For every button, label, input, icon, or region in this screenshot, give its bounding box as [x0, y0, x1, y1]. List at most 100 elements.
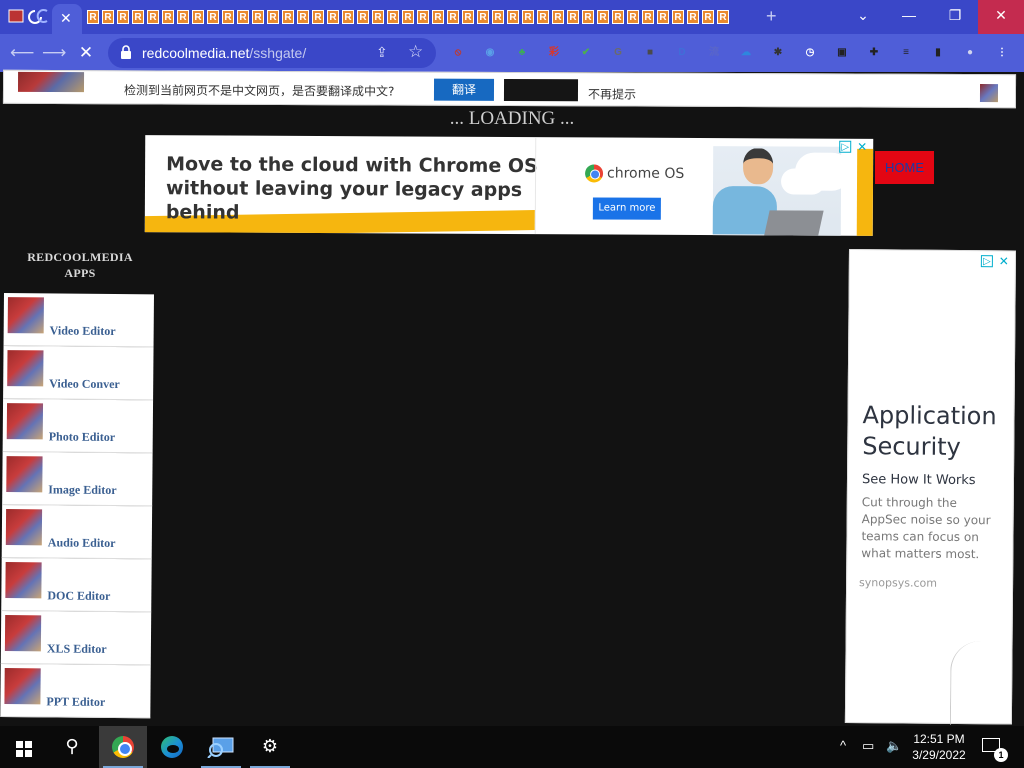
tab-favicon-r-icon[interactable]: R	[671, 9, 686, 25]
tab-favicon-r-icon[interactable]: R	[386, 9, 401, 25]
tab-favicon-r-icon[interactable]: R	[701, 9, 716, 25]
app-item-doc-editor[interactable]: DOC Editor	[1, 558, 152, 613]
minimize-button[interactable]: —	[886, 0, 932, 34]
ext-flow-icon[interactable]: 流	[705, 44, 723, 62]
tab-favicon-r-icon[interactable]: R	[686, 9, 701, 25]
app-thumbnail[interactable]	[7, 297, 44, 334]
app-thumbnail[interactable]	[5, 562, 42, 599]
tab-favicon-r-icon[interactable]: R	[581, 9, 596, 25]
tab-favicon-r-icon[interactable]: R	[176, 9, 191, 25]
tab-favicon-r-icon[interactable]: R	[611, 9, 626, 25]
app-item-image-editor[interactable]: Image Editor	[2, 452, 153, 507]
tab-favicon-r-icon[interactable]: R	[521, 9, 536, 25]
ext-bug-icon[interactable]: ✱	[769, 44, 787, 62]
media-queue-icon[interactable]: ≡	[897, 44, 915, 62]
ext-block-icon[interactable]: ⦸	[449, 44, 467, 62]
tab-favicon-r-icon[interactable]: R	[131, 9, 146, 25]
system-clock[interactable]: 12:51 PM 3/29/2022	[904, 731, 974, 763]
taskbar-edge-button[interactable]	[148, 726, 196, 768]
adchoices-icon[interactable]: ▷	[839, 140, 852, 153]
tab-favicon-r-icon[interactable]: R	[401, 9, 416, 25]
app-thumbnail[interactable]	[6, 456, 43, 493]
side-panel-icon[interactable]: ▮	[929, 44, 947, 62]
app-thumbnail[interactable]	[4, 668, 41, 705]
translate-button[interactable]: 翻译	[433, 78, 495, 101]
tab-favicon-r-icon[interactable]: R	[506, 9, 521, 25]
tab-favicon-r-icon[interactable]: R	[596, 9, 611, 25]
ext-clock-icon[interactable]: ◷	[801, 44, 819, 62]
ad-headline[interactable]: Move to the cloud with Chrome OS without…	[166, 152, 546, 226]
close-window-button[interactable]: ✕	[978, 0, 1024, 34]
side-banner-ad[interactable]: ▷ ✕ Application Security See How It Work…	[844, 249, 1016, 726]
taskbar-chrome-button[interactable]	[99, 726, 147, 768]
tab-favicon-r-icon[interactable]: R	[116, 9, 131, 25]
tab-search-dropdown-icon[interactable]: ⌄	[840, 0, 886, 34]
kebab-menu-icon[interactable]: ⋮	[993, 44, 1011, 62]
tab-favicon-r-icon[interactable]: R	[536, 9, 551, 25]
app-item-video-editor[interactable]: Video Editor	[3, 293, 154, 348]
tab-favicon-r-icon[interactable]: R	[641, 9, 656, 25]
network-icon[interactable]: ▭	[862, 738, 874, 754]
tab-favicon-r-icon[interactable]: R	[656, 9, 671, 25]
extensions-puzzle-icon[interactable]: ✚	[865, 44, 883, 62]
tab-favicon-r-icon[interactable]: R	[326, 9, 341, 25]
lock-icon[interactable]	[120, 45, 132, 59]
cancel-translate-button[interactable]	[503, 78, 579, 102]
back-arrow-icon[interactable]: ⟵	[10, 42, 34, 64]
tab-favicon-r-icon[interactable]: R	[101, 9, 116, 25]
tab-favicon-r-icon[interactable]: R	[566, 9, 581, 25]
search-button[interactable]: ⚲	[48, 726, 96, 768]
ext-cloud-icon[interactable]: ☁	[737, 44, 755, 62]
tab-favicon-r-icon[interactable]: R	[86, 9, 101, 25]
ext-circle-icon[interactable]: ◉	[481, 44, 499, 62]
tab-favicon-r-icon[interactable]: R	[236, 9, 251, 25]
forward-arrow-icon[interactable]: ⟶	[42, 42, 66, 64]
tab-favicon-r-icon[interactable]: R	[266, 9, 281, 25]
app-label[interactable]: DOC Editor	[47, 588, 110, 604]
app-item-video-converter[interactable]: Video Conver	[3, 346, 154, 401]
taskbar-settings-button[interactable]: ⚙	[246, 726, 294, 768]
no-prompt-link[interactable]: 不再提示	[588, 85, 636, 102]
home-button[interactable]: HOME	[875, 151, 934, 184]
address-bar[interactable]: redcoolmedia.net/sshgate/ ⇪ ☆	[108, 38, 436, 68]
tab-favicon-r-icon[interactable]: R	[716, 9, 731, 25]
side-ad-source[interactable]: synopsys.com	[859, 576, 937, 590]
app-label[interactable]: Video Conver	[49, 376, 120, 392]
tab-favicon-r-icon[interactable]: R	[431, 9, 446, 25]
ad-close-icon[interactable]: ✕	[857, 140, 867, 154]
ext-square-icon[interactable]: ■	[641, 44, 659, 62]
ext-g-icon[interactable]: G	[609, 44, 627, 62]
tab-favicon-r-icon[interactable]: R	[461, 9, 476, 25]
tab-favicon-r-icon[interactable]: R	[251, 9, 266, 25]
active-tab[interactable]: ✕	[52, 4, 82, 34]
tab-favicon-r-icon[interactable]: R	[356, 9, 371, 25]
app-thumbnail[interactable]	[5, 509, 43, 546]
tab-favicon-loading-icon[interactable]	[27, 8, 48, 24]
tab-favicon-r-icon[interactable]: R	[476, 9, 491, 25]
volume-icon[interactable]: 🔈	[886, 738, 902, 754]
ext-check-icon[interactable]: ✔	[577, 44, 595, 62]
tab-favicon-r-icon[interactable]: R	[221, 9, 236, 25]
tab-favicon-r-icon[interactable]: R	[206, 9, 221, 25]
learn-more-button[interactable]: Learn more	[592, 197, 661, 220]
side-ad-subtitle[interactable]: See How It Works	[862, 472, 976, 488]
ext-puzzle-badge-icon[interactable]: 彩	[545, 44, 563, 62]
tab-favicon-r-icon[interactable]: R	[161, 9, 176, 25]
app-label[interactable]: PPT Editor	[46, 694, 105, 710]
share-icon[interactable]: ⇪	[376, 44, 388, 61]
app-label[interactable]: Audio Editor	[48, 535, 116, 551]
tab-favicon-r-icon[interactable]: R	[416, 9, 431, 25]
app-label[interactable]: XLS Editor	[47, 641, 107, 657]
tab-favicon-r-icon[interactable]: R	[311, 9, 326, 25]
tab-favicon-r-icon[interactable]: R	[146, 9, 161, 25]
show-hidden-icons-chevron-icon[interactable]: ^	[840, 738, 846, 753]
tab-favicon-r-icon[interactable]: R	[446, 9, 461, 25]
tab-favicon-r-icon[interactable]: R	[491, 9, 506, 25]
tab-favicon-photo-icon[interactable]	[8, 8, 24, 24]
tab-favicon-r-icon[interactable]: R	[281, 9, 296, 25]
restore-button[interactable]: ❐	[932, 0, 978, 34]
tab-favicon-r-icon[interactable]: R	[296, 9, 311, 25]
app-thumbnail[interactable]	[7, 350, 44, 387]
tab-favicon-r-icon[interactable]: R	[191, 9, 206, 25]
start-button[interactable]	[0, 726, 48, 768]
